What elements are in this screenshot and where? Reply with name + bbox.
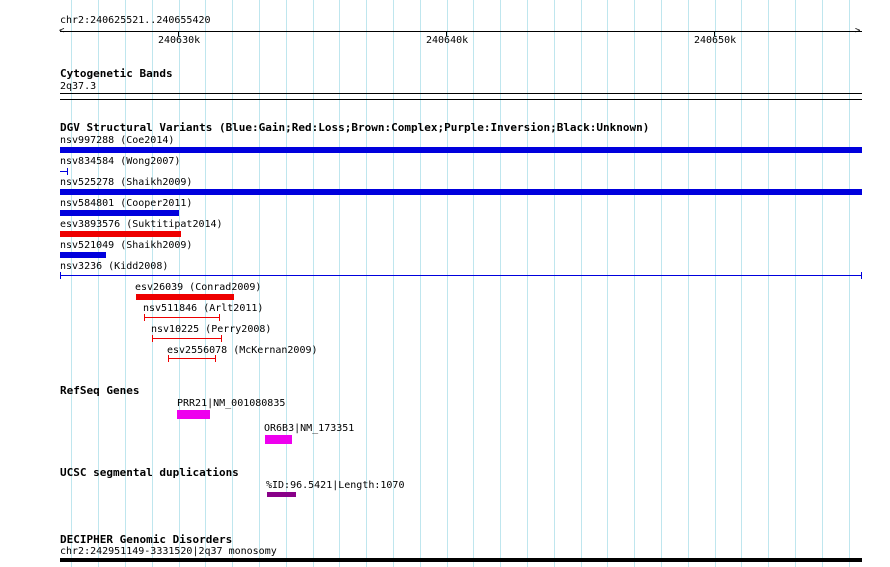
dgv-item-label: nsv511846 (Arlt2011): [143, 303, 264, 314]
dgv-feature-end: [144, 314, 145, 321]
refseq-track-title: RefSeq Genes: [60, 384, 140, 397]
dgv-feature-loss[interactable]: [60, 231, 181, 237]
grid-line: [741, 0, 742, 567]
dgv-feature-gain[interactable]: [60, 189, 862, 195]
dgv-item-label: esv26039 (Conrad2009): [135, 282, 262, 293]
dgv-feature-end: [215, 355, 216, 362]
ruler-right-arrow: >: [855, 26, 861, 36]
dgv-feature-end: [60, 272, 61, 279]
dgv-feature-line: [168, 358, 216, 359]
dgv-track-title: DGV Structural Variants (Blue:Gain;Red:L…: [60, 121, 650, 134]
dgv-feature-line: [60, 275, 862, 276]
decipher-feature[interactable]: [60, 558, 862, 562]
dgv-feature-end: [168, 355, 169, 362]
grid-line: [822, 0, 823, 567]
dgv-feature-line: [144, 317, 220, 318]
grid-line: [554, 0, 555, 567]
grid-line: [688, 0, 689, 567]
grid-line: [768, 0, 769, 567]
grid-line: [849, 0, 850, 567]
dgv-feature-end: [219, 314, 220, 321]
ruler-tick-label: 240630k: [158, 35, 201, 46]
dgv-feature-gain[interactable]: [60, 147, 862, 153]
location-label: chr2:240625521..240655420: [60, 15, 211, 26]
ruler-tick-label: 240640k: [426, 35, 469, 46]
refseq-gene-feature[interactable]: [177, 410, 210, 419]
dgv-feature-gain[interactable]: [60, 210, 179, 216]
ruler-tick-label: 240650k: [694, 35, 737, 46]
segdup-feature[interactable]: [267, 492, 296, 497]
grid-line: [634, 0, 635, 567]
refseq-gene-feature[interactable]: [265, 435, 292, 444]
dgv-item-label: nsv10225 (Perry2008): [151, 324, 272, 335]
dgv-feature-end: [861, 272, 862, 279]
segdup-item-label: %ID:96.5421|Length:1070: [266, 480, 405, 491]
dgv-item-label: nsv3236 (Kidd2008): [60, 261, 169, 272]
dgv-feature-end: [152, 335, 153, 342]
cytoband-bottom-edge: [60, 99, 862, 100]
dgv-item-label: nsv584801 (Cooper2011): [60, 198, 193, 209]
grid-line: [98, 0, 99, 567]
grid-line: [420, 0, 421, 567]
dgv-feature-end: [67, 168, 68, 175]
grid-line: [447, 0, 448, 567]
cytoband-top-edge: [60, 93, 862, 94]
cytoband-label: 2q37.3: [60, 81, 97, 92]
dgv-item-label: nsv834584 (Wong2007): [60, 156, 181, 167]
grid-line: [500, 0, 501, 567]
grid-line: [715, 0, 716, 567]
dgv-item-label: nsv525278 (Shaikh2009): [60, 177, 193, 188]
grid-line: [125, 0, 126, 567]
ruler-left-arrow: <: [59, 26, 65, 36]
dgv-item-label: nsv997288 (Coe2014): [60, 135, 175, 146]
segdup-track-title: UCSC segmental duplications: [60, 466, 239, 479]
grid-line: [661, 0, 662, 567]
dgv-feature-gain[interactable]: [60, 252, 106, 258]
dgv-item-label: esv2556078 (McKernan2009): [167, 345, 318, 356]
refseq-item-label: PRR21|NM_001080835: [177, 398, 286, 409]
grid-line: [795, 0, 796, 567]
decipher-track-title: DECIPHER Genomic Disorders: [60, 533, 233, 546]
refseq-item-label: OR6B3|NM_173351: [264, 423, 355, 434]
dgv-feature-line: [152, 338, 222, 339]
decipher-item-label: chr2:242951149-3331520|2q37 monosomy: [60, 546, 277, 557]
cytoband-track-title: Cytogenetic Bands: [60, 67, 173, 80]
genome-browser-view: chr2:240625521..240655420 < > 240630k 24…: [0, 0, 890, 567]
grid-line: [473, 0, 474, 567]
dgv-feature-loss[interactable]: [136, 294, 234, 300]
grid-line: [581, 0, 582, 567]
dgv-item-label: nsv521049 (Shaikh2009): [60, 240, 193, 251]
dgv-item-label: esv3893576 (Suktitipat2014): [60, 219, 223, 230]
ruler-line: [60, 31, 862, 32]
grid-line: [607, 0, 608, 567]
dgv-feature-end: [221, 335, 222, 342]
grid-line: [527, 0, 528, 567]
